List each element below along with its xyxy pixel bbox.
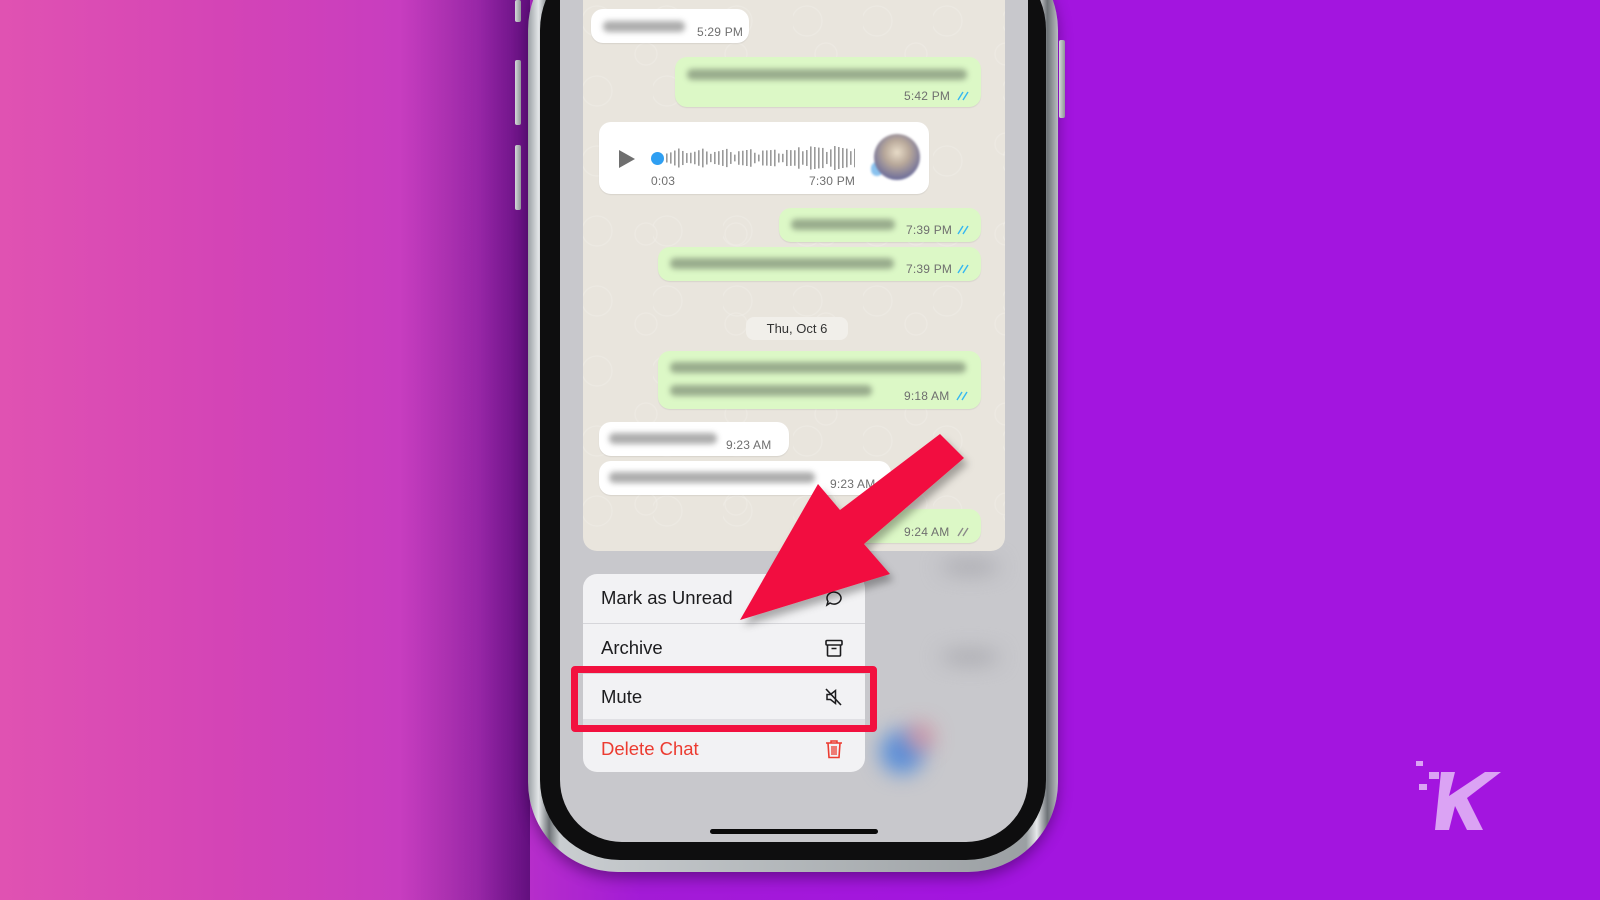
waveform-bar — [806, 150, 808, 166]
message-text-blurred — [603, 21, 685, 32]
menu-item-label: Delete Chat — [601, 738, 699, 759]
message-time: 5:42 PM — [904, 89, 951, 103]
waveform-bar — [842, 147, 844, 169]
read-ticks-icon — [957, 264, 969, 274]
menu-item-delete-chat[interactable]: Delete Chat — [583, 726, 865, 772]
waveform-bar — [698, 150, 700, 166]
read-ticks-icon — [957, 91, 969, 101]
play-icon[interactable] — [619, 150, 635, 168]
waveform-bar — [850, 151, 852, 165]
waveform-bar — [706, 151, 708, 165]
knowtechie-logo — [1416, 761, 1501, 830]
waveform-bar — [774, 149, 776, 167]
message-text-blurred — [609, 433, 717, 444]
waveform-bar — [790, 150, 792, 166]
mute-highlight-box — [571, 666, 877, 732]
message-time: 9:18 AM — [904, 389, 950, 403]
waveform-bar — [854, 148, 855, 168]
waveform-bar — [798, 147, 800, 169]
waveform-bar — [826, 151, 828, 165]
waveform-bar — [782, 153, 784, 163]
waveform-bar — [846, 148, 848, 168]
message-text-blurred — [687, 69, 967, 80]
menu-item-label: Archive — [601, 637, 663, 659]
trash-icon — [826, 740, 842, 759]
waveform-bar — [818, 147, 820, 169]
waveform-bar — [722, 150, 724, 166]
waveform-bar — [710, 153, 712, 163]
menu-item-label: Mark as Unread — [601, 587, 733, 609]
waveform-bar — [674, 150, 676, 166]
message-bubble-outgoing[interactable]: 7:39 PM — [779, 208, 981, 242]
message-time: 7:39 PM — [906, 262, 953, 276]
blurred-badge — [905, 722, 935, 752]
waveform-bar — [758, 154, 760, 162]
waveform-bar — [702, 148, 704, 168]
waveform-bar — [742, 150, 744, 166]
voice-message-bubble[interactable]: 0:03 7:30 PM — [599, 122, 929, 194]
waveform-bar — [814, 147, 816, 169]
waveform-bar — [770, 150, 772, 166]
waveform-bar — [794, 150, 796, 166]
message-bubble-outgoing[interactable]: 7:39 PM — [658, 247, 981, 281]
message-text-blurred — [670, 258, 894, 269]
voice-progress-handle[interactable] — [651, 152, 664, 165]
waveform-bar — [838, 147, 840, 169]
phone-power-button — [1059, 40, 1065, 118]
waveform-bar — [726, 148, 728, 168]
waveform-bar — [810, 146, 812, 170]
phone-volume-down-button — [515, 145, 521, 210]
waveform-bar — [762, 150, 764, 166]
waveform-bar — [746, 150, 748, 166]
waveform-bar — [690, 152, 692, 164]
sender-avatar — [874, 134, 920, 180]
message-bubble-incoming[interactable]: 5:29 PM — [591, 9, 749, 43]
message-text-blurred — [670, 362, 966, 373]
background-shadow — [400, 0, 530, 900]
waveform-bar — [730, 152, 732, 164]
home-indicator[interactable] — [710, 829, 878, 834]
waveform-bar — [830, 149, 832, 167]
annotation-arrow — [740, 434, 964, 620]
waveform-bar — [766, 150, 768, 166]
archive-box-icon — [825, 639, 843, 658]
blurred-list-text — [940, 650, 1000, 664]
date-separator: Thu, Oct 6 — [746, 317, 848, 340]
message-text-blurred — [670, 385, 872, 396]
waveform-bar — [670, 152, 672, 164]
voice-waveform — [666, 146, 855, 170]
read-ticks-icon — [957, 225, 969, 235]
waveform-bar — [754, 152, 756, 164]
waveform-bar — [834, 146, 836, 170]
waveform-bar — [734, 154, 736, 162]
message-time: 7:39 PM — [906, 223, 953, 237]
waveform-bar — [738, 151, 740, 165]
waveform-bar — [750, 149, 752, 167]
message-text-blurred — [791, 219, 895, 230]
message-time: 7:30 PM — [809, 174, 856, 188]
waveform-bar — [802, 151, 804, 165]
phone-volume-up-button — [515, 60, 521, 125]
waveform-bar — [666, 153, 668, 163]
waveform-bar — [682, 150, 684, 166]
waveform-bar — [678, 148, 680, 168]
waveform-bar — [778, 153, 780, 163]
message-bubble-outgoing[interactable]: 5:42 PM — [675, 57, 981, 107]
waveform-bar — [786, 149, 788, 167]
waveform-bar — [694, 151, 696, 165]
voice-duration: 0:03 — [651, 174, 676, 188]
message-time: 5:29 PM — [697, 25, 744, 39]
read-ticks-icon — [956, 391, 968, 401]
waveform-bar — [714, 151, 716, 165]
waveform-bar — [822, 147, 824, 169]
phone-side-button — [515, 0, 521, 22]
message-bubble-outgoing[interactable]: 9:18 AM — [658, 351, 981, 409]
waveform-bar — [718, 151, 720, 165]
waveform-bar — [686, 153, 688, 163]
